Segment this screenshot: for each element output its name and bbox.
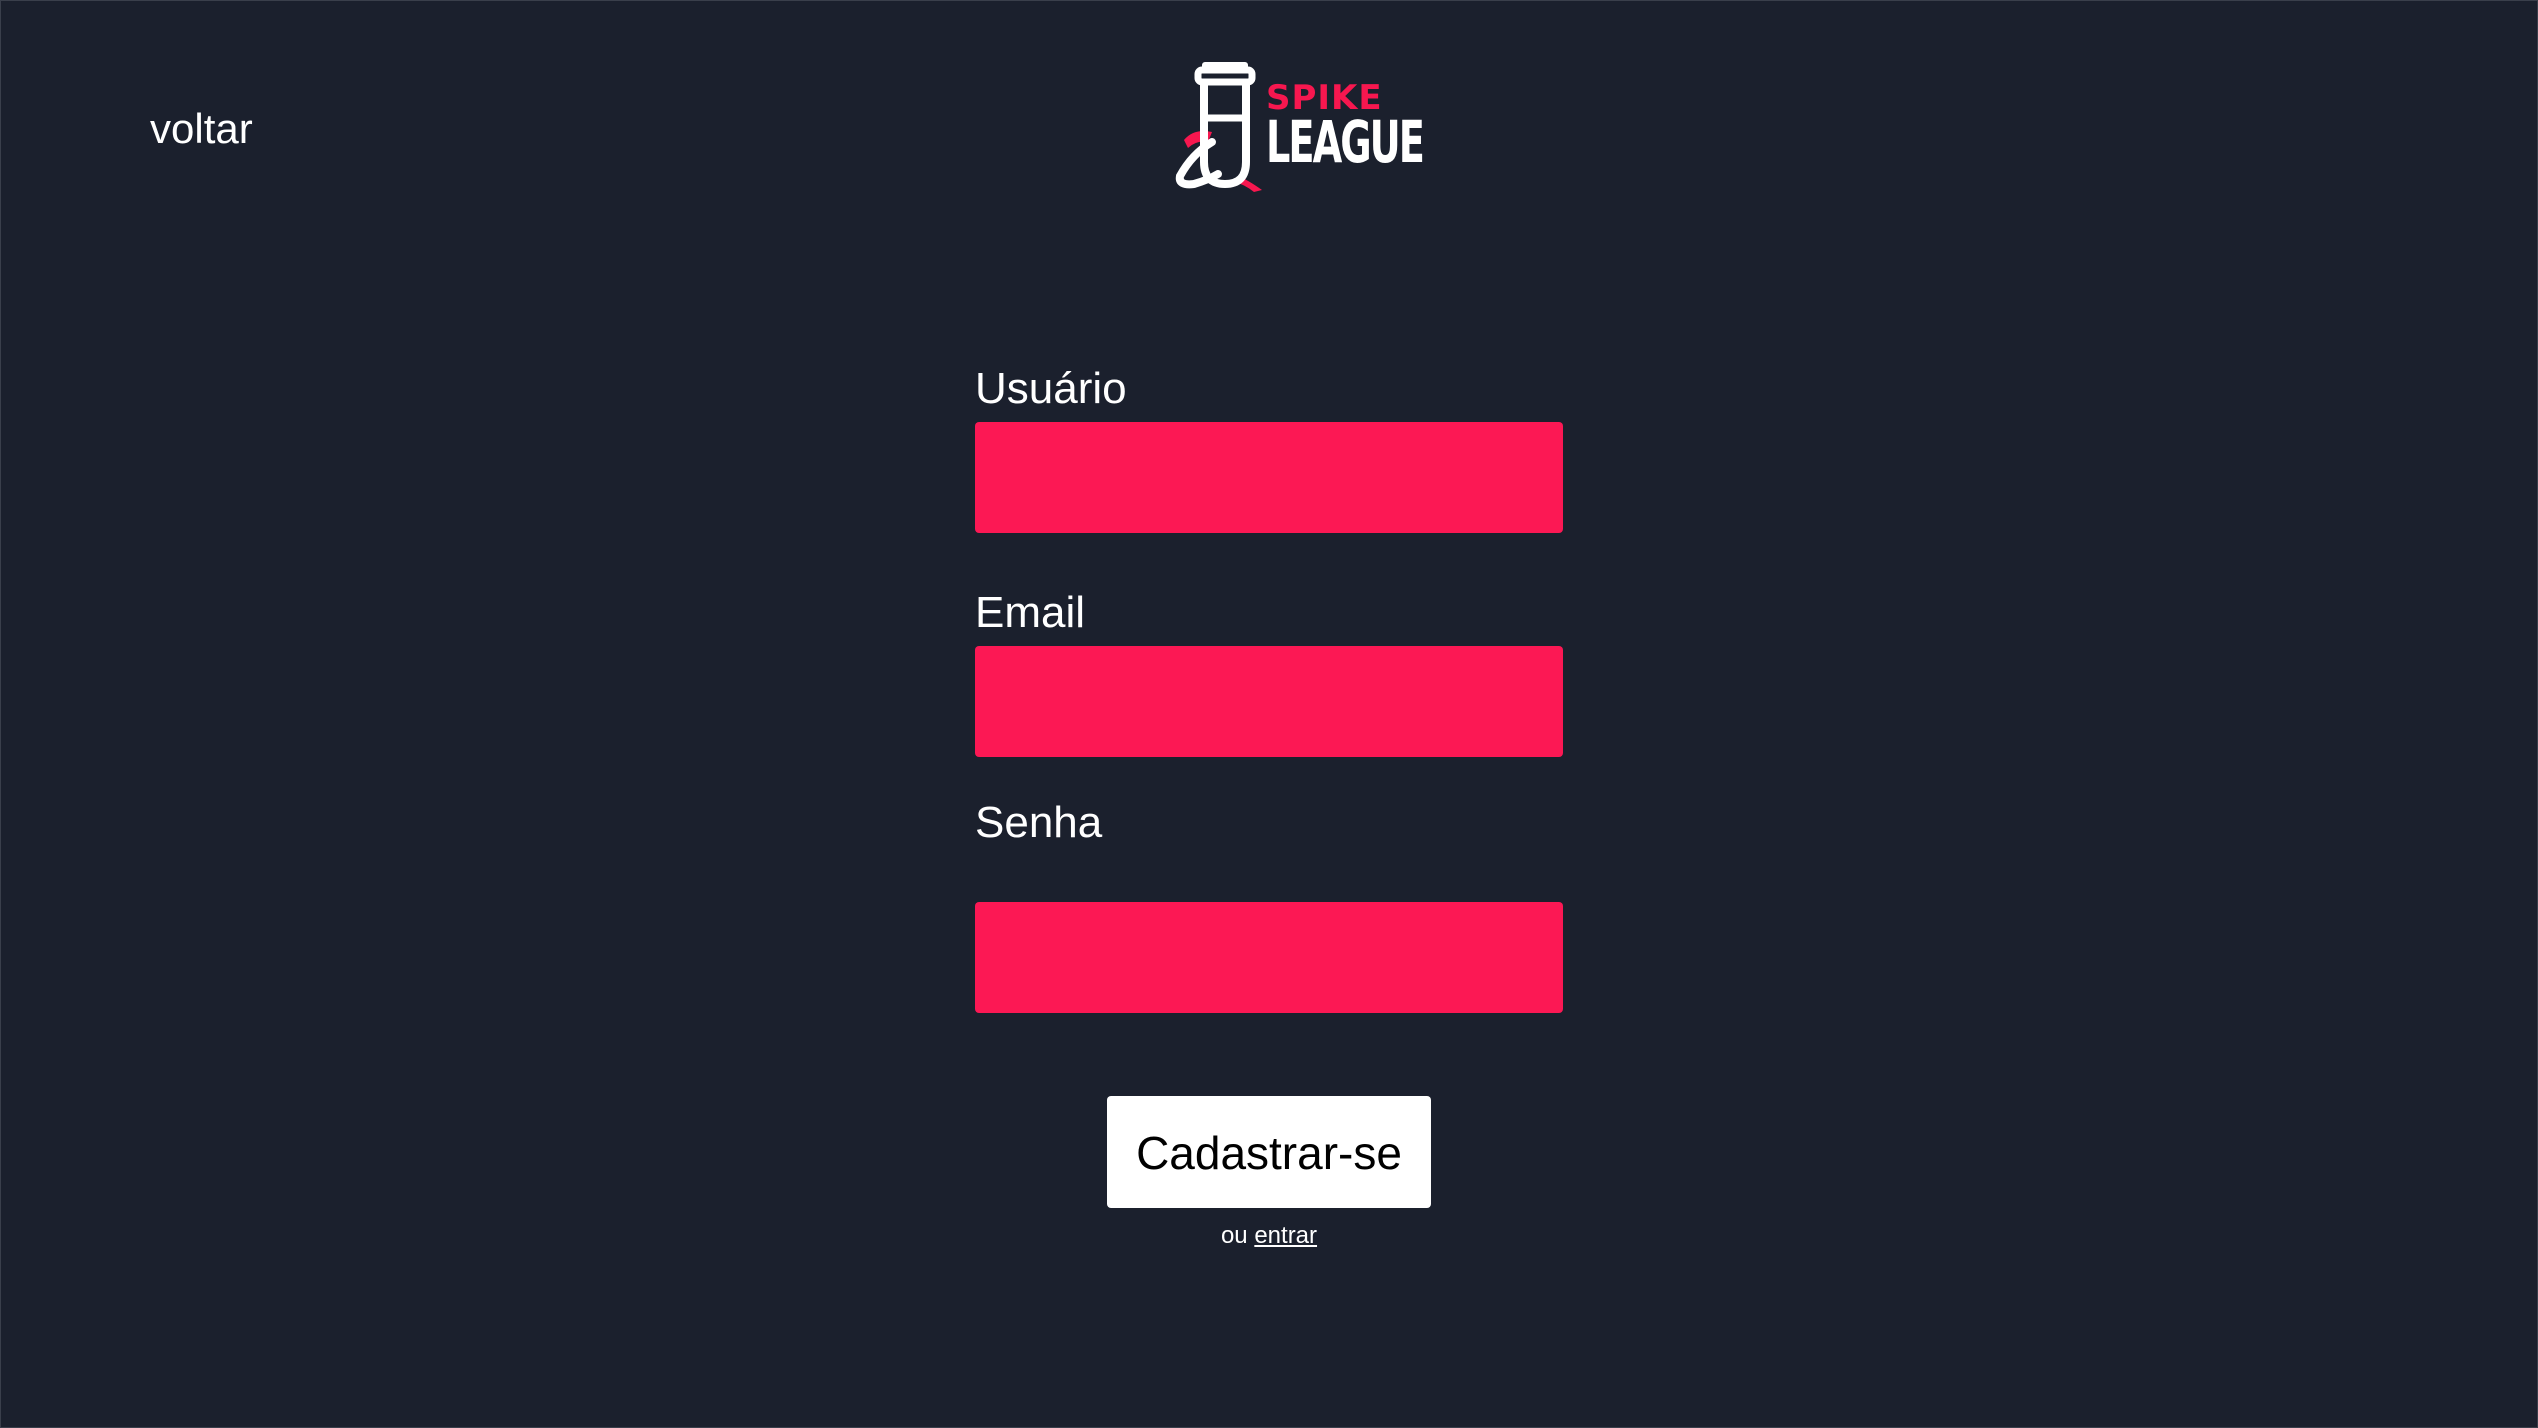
register-button[interactable]: Cadastrar-se xyxy=(1107,1096,1431,1208)
login-link[interactable]: entrar xyxy=(1254,1222,1317,1249)
spike-league-logo: SPIKE LEAGUE xyxy=(1172,58,1425,194)
back-link[interactable]: voltar xyxy=(150,102,253,156)
email-input[interactable] xyxy=(975,646,1563,757)
login-alternative: ou entrar xyxy=(1107,1220,1431,1252)
password-label: Senha xyxy=(975,798,1103,847)
username-input[interactable] xyxy=(975,422,1563,533)
password-input[interactable] xyxy=(975,902,1563,1013)
alt-prefix-text: ou xyxy=(1220,1222,1248,1249)
trophy-icon xyxy=(1175,62,1262,192)
logo-text-league: LEAGUE xyxy=(1266,108,1425,176)
email-label: Email xyxy=(975,588,1086,637)
username-label: Usuário xyxy=(975,364,1127,413)
